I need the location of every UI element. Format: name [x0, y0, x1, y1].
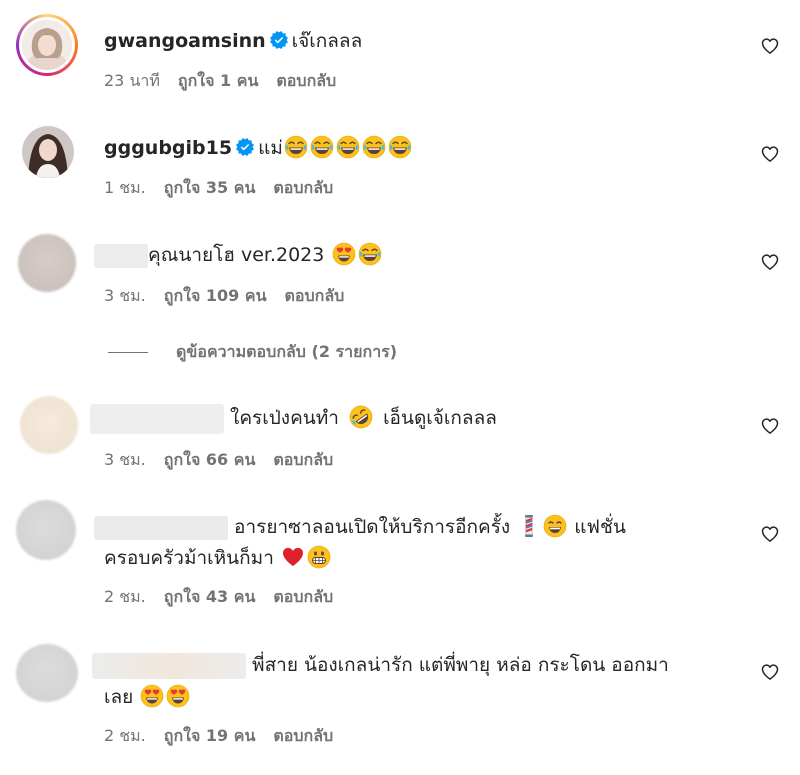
divider: [108, 352, 148, 353]
comment-text: ใครเป่งคนทำ: [230, 407, 339, 429]
username-link[interactable]: gwangoamsinn: [104, 30, 266, 52]
username-link[interactable]: gggubgib15: [104, 137, 232, 159]
comment-line: ใครเป่งคนทำ เอ็นดูเจ้เกลลล: [90, 403, 497, 434]
rofl-emoji-icon: [349, 405, 373, 429]
verified-badge-icon: [270, 31, 288, 49]
comment-line: อารยาซาลอนเปิดให้บริการอีกครั้ง แฟชั่น: [94, 512, 626, 542]
barber-pole-emoji-icon: [517, 514, 541, 538]
comment-likes[interactable]: ถูกใจ 66 คน: [164, 450, 256, 469]
avatar[interactable]: [16, 14, 78, 76]
comment-text: แฟชั่น: [574, 516, 626, 538]
comment-text: พี่สาย น้องเกลน่ารัก แต่พี่พายุ หล่อ กระ…: [252, 654, 669, 676]
comment-line: gwangoamsinn เจ๊เกลลล: [104, 26, 362, 56]
reply-button[interactable]: ตอบกลับ: [273, 726, 333, 745]
like-heart-icon[interactable]: [760, 252, 780, 272]
verified-badge-icon: [236, 138, 254, 156]
avatar[interactable]: [16, 644, 78, 702]
comment-meta: 3 ชม. ถูกใจ 66 คน ตอบกลับ: [104, 449, 351, 471]
like-heart-icon[interactable]: [760, 524, 780, 544]
reply-button[interactable]: ตอบกลับ: [276, 71, 336, 90]
comment-text: แม่: [258, 137, 283, 159]
like-heart-icon[interactable]: [760, 416, 780, 436]
comment-line: gggubgib15 แม่: [104, 133, 413, 163]
avatar[interactable]: [20, 396, 78, 454]
grin-emoji-icon: [543, 514, 567, 538]
like-heart-icon[interactable]: [760, 144, 780, 164]
avatar-image: [22, 126, 74, 178]
comment-line: คุณนายโฮ ver.2023: [94, 240, 383, 270]
comment-likes[interactable]: ถูกใจ 43 คน: [164, 587, 256, 606]
comment-line-continued: เลย: [104, 682, 191, 712]
joy-emoji-icon: [388, 135, 412, 159]
avatar[interactable]: [22, 126, 74, 178]
comment-time[interactable]: 1 ชม.: [104, 178, 146, 197]
comment-time[interactable]: 2 ชม.: [104, 587, 146, 606]
view-replies-label: ดูข้อความตอบกลับ (2 รายการ): [176, 342, 398, 361]
comment-line: พี่สาย น้องเกลน่ารัก แต่พี่พายุ หล่อ กระ…: [92, 650, 669, 680]
comment-likes[interactable]: ถูกใจ 109 คน: [164, 286, 267, 305]
reply-button[interactable]: ตอบกลับ: [273, 587, 333, 606]
redacted-username[interactable]: [94, 243, 148, 268]
comment-likes[interactable]: ถูกใจ 1 คน: [178, 71, 258, 90]
joy-emoji-icon: [310, 135, 334, 159]
like-heart-icon[interactable]: [760, 662, 780, 682]
comment-meta: 2 ชม. ถูกใจ 43 คน ตอบกลับ: [104, 586, 351, 608]
reply-button[interactable]: ตอบกลับ: [285, 286, 345, 305]
comment-text: ครอบครัวม้าเหินก็มา: [104, 547, 274, 569]
avatar-image: [22, 20, 72, 70]
comment-likes[interactable]: ถูกใจ 35 คน: [164, 178, 256, 197]
comment-text: เลย: [104, 686, 134, 708]
joy-emoji-icon: [336, 135, 360, 159]
comment-text: คุณนายโฮ ver.2023: [148, 244, 325, 266]
reply-button[interactable]: ตอบกลับ: [273, 178, 333, 197]
comment-text: อารยาซาลอนเปิดให้บริการอีกครั้ง: [234, 516, 511, 538]
reply-button[interactable]: ตอบกลับ: [273, 450, 333, 469]
redacted-username[interactable]: [90, 403, 224, 434]
joy-emoji-icon: [362, 135, 386, 159]
comment-meta: 3 ชม. ถูกใจ 109 คน ตอบกลับ: [104, 285, 362, 307]
heart-eyes-emoji-icon: [166, 684, 190, 708]
like-heart-icon[interactable]: [760, 36, 780, 56]
comment-meta: 23 นาที ถูกใจ 1 คน ตอบกลับ: [104, 70, 354, 92]
comment-time[interactable]: 2 ชม.: [104, 726, 146, 745]
avatar[interactable]: [16, 500, 76, 560]
comment-line-continued: ครอบครัวม้าเหินก็มา: [104, 543, 332, 573]
comment-text: เจ๊เกลลล: [291, 30, 363, 52]
joy-emoji-icon: [358, 242, 382, 266]
red-heart-emoji-icon: [281, 545, 305, 569]
comment-time[interactable]: 23 นาที: [104, 71, 160, 90]
heart-eyes-emoji-icon: [332, 242, 356, 266]
joy-emoji-icon: [284, 135, 308, 159]
heart-eyes-emoji-icon: [140, 684, 164, 708]
redacted-username[interactable]: [94, 515, 228, 540]
view-replies-button[interactable]: ดูข้อความตอบกลับ (2 รายการ): [108, 340, 397, 365]
comment-meta: 1 ชม. ถูกใจ 35 คน ตอบกลับ: [104, 177, 351, 199]
grimace-emoji-icon: [307, 545, 331, 569]
redacted-username[interactable]: [92, 652, 246, 679]
comment-meta: 2 ชม. ถูกใจ 19 คน ตอบกลับ: [104, 725, 351, 747]
comment-time[interactable]: 3 ชม.: [104, 450, 146, 469]
comment-text: เอ็นดูเจ้เกลลล: [383, 407, 497, 429]
comment-time[interactable]: 3 ชม.: [104, 286, 146, 305]
comment-likes[interactable]: ถูกใจ 19 คน: [164, 726, 256, 745]
avatar[interactable]: [18, 234, 76, 292]
